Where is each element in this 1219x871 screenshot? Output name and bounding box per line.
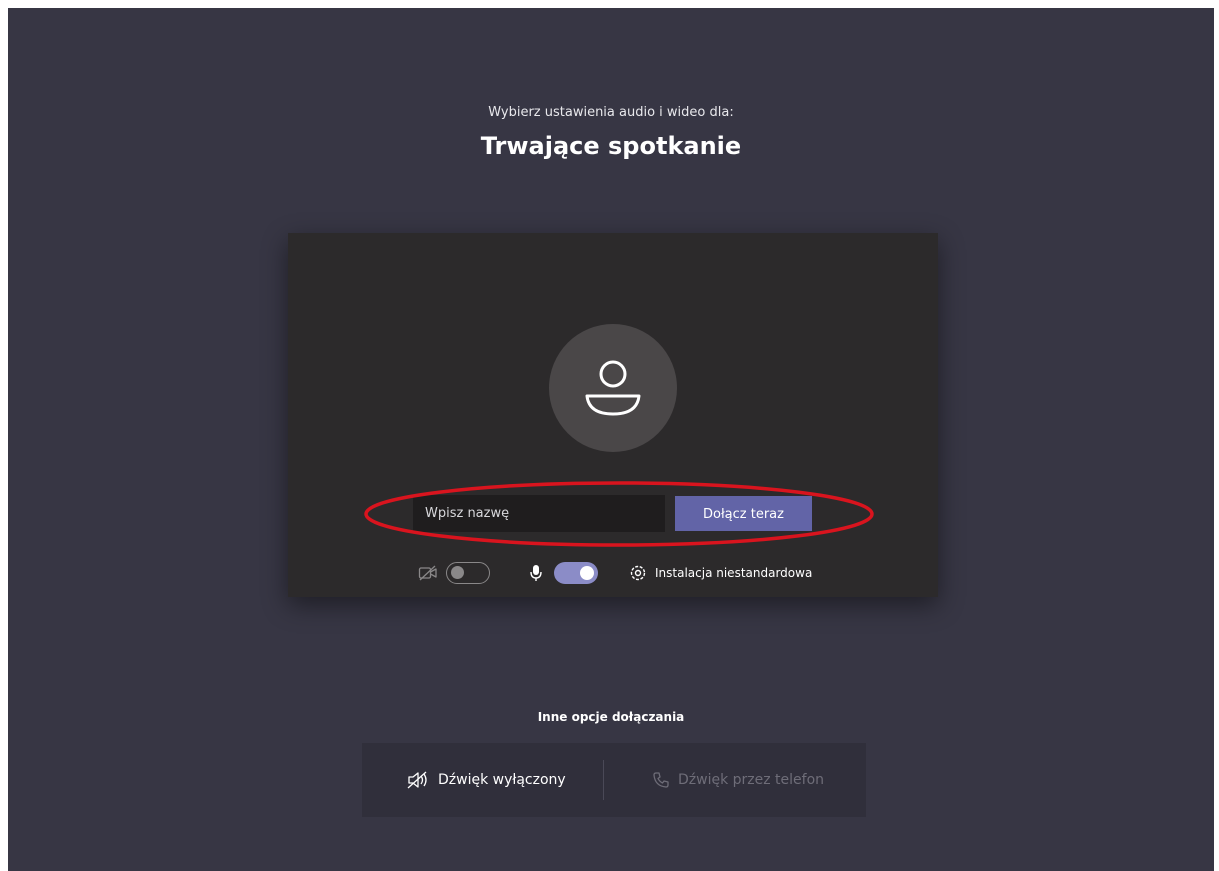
phone-icon xyxy=(653,772,669,788)
other-join-options: Dźwięk wyłączony Dźwięk przez telefon xyxy=(362,743,866,817)
avatar xyxy=(549,324,677,452)
phone-audio-option[interactable]: Dźwięk przez telefon xyxy=(652,743,824,817)
mic-toggle[interactable] xyxy=(554,562,598,584)
other-options-label: Inne opcje dołączania xyxy=(537,710,685,724)
video-off-icon xyxy=(418,565,437,581)
person-icon xyxy=(585,360,641,416)
audio-off-option[interactable]: Dźwięk wyłączony xyxy=(406,743,566,817)
gear-icon xyxy=(630,565,646,581)
video-preview-panel: Dołącz teraz xyxy=(288,233,938,597)
video-toggle[interactable] xyxy=(446,562,490,584)
mic-control xyxy=(528,558,598,588)
options-divider xyxy=(603,760,604,800)
audio-off-label: Dźwięk wyłączony xyxy=(438,772,566,788)
meeting-title: Trwające spotkanie xyxy=(480,132,742,160)
video-control xyxy=(418,558,490,588)
prejoin-screen: Wybierz ustawienia audio i wideo dla: Tr… xyxy=(8,8,1214,871)
device-controls: Instalacja niestandardowa xyxy=(288,558,938,588)
join-now-button[interactable]: Dołącz teraz xyxy=(675,496,812,531)
phone-audio-label: Dźwięk przez telefon xyxy=(678,772,825,788)
custom-setup-button[interactable]: Instalacja niestandardowa xyxy=(628,558,812,588)
speaker-off-icon xyxy=(407,771,427,789)
meeting-subtitle: Wybierz ustawienia audio i wideo dla: xyxy=(488,105,734,120)
custom-setup-label: Instalacja niestandardowa xyxy=(655,566,813,580)
name-input[interactable] xyxy=(413,495,665,532)
microphone-icon xyxy=(530,565,542,581)
